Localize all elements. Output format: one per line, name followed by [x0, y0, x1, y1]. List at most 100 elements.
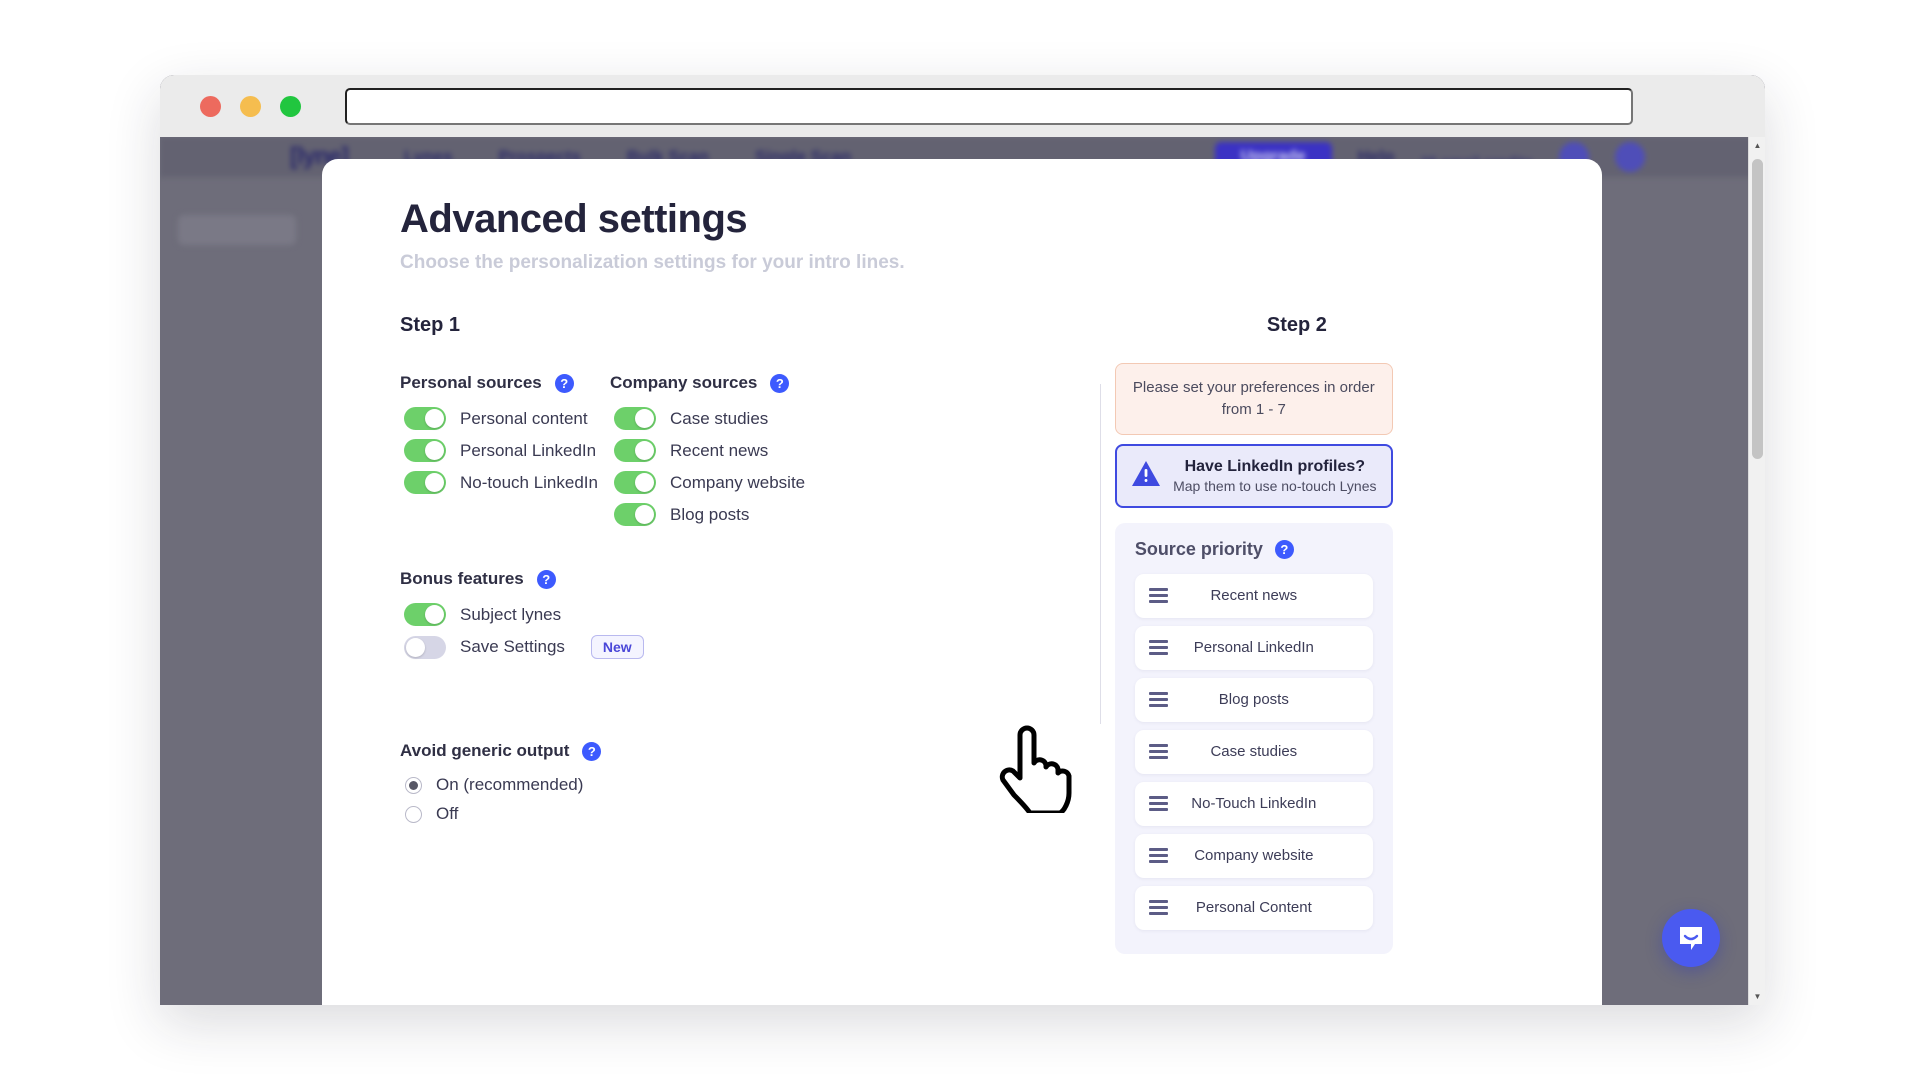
radio-off[interactable] [405, 806, 422, 823]
toggle-row-no-touch-linkedin[interactable]: No-touch LinkedIn [400, 471, 610, 494]
url-input[interactable] [345, 88, 1633, 125]
new-badge: New [591, 635, 644, 659]
toggle-company-website[interactable] [614, 471, 656, 494]
toggle-row-company-website[interactable]: Company website [610, 471, 805, 494]
toggle-save-settings[interactable] [404, 636, 446, 659]
list-item[interactable]: Blog posts [1135, 678, 1373, 722]
drag-handle-icon[interactable] [1149, 744, 1168, 759]
toggle-blog-posts[interactable] [614, 503, 656, 526]
bonus-features-header: Bonus features ? [400, 569, 980, 589]
toggle-row-blog-posts[interactable]: Blog posts [610, 503, 805, 526]
list-item[interactable]: Personal Content [1135, 886, 1373, 930]
list-item-label: No-Touch LinkedIn [1168, 795, 1340, 812]
step-1-title: Step 1 [400, 314, 980, 337]
bonus-features-label: Bonus features [400, 569, 524, 589]
toggle-row-recent-news[interactable]: Recent news [610, 439, 805, 462]
toggle-case-studies[interactable] [614, 407, 656, 430]
personal-sources-header: Personal sources ? [400, 373, 610, 393]
toggle-label: Save Settings [460, 637, 565, 657]
toggle-label: No-touch LinkedIn [460, 473, 598, 493]
settings-columns: Step 1 Personal sources ? Personal conte… [400, 314, 1524, 954]
drag-handle-icon[interactable] [1149, 640, 1168, 655]
list-item[interactable]: No-Touch LinkedIn [1135, 782, 1373, 826]
toggle-label: Recent news [670, 441, 768, 461]
scroll-down-arrow-icon[interactable]: ▼ [1749, 988, 1765, 1005]
list-item-label: Company website [1168, 847, 1340, 864]
toggle-label: Company website [670, 473, 805, 493]
source-priority-header: Source priority ? [1135, 539, 1373, 560]
drag-handle-icon[interactable] [1149, 900, 1168, 915]
toggle-row-personal-linkedin[interactable]: Personal LinkedIn [400, 439, 610, 462]
toggle-personal-content[interactable] [404, 407, 446, 430]
help-icon[interactable]: ? [582, 742, 601, 761]
source-toggle-columns: Personal sources ? Personal content Per [400, 373, 980, 535]
personal-sources-label: Personal sources [400, 373, 542, 393]
list-item-label: Personal Content [1168, 899, 1340, 916]
avoid-generic-output-label: Avoid generic output [400, 741, 569, 761]
minimize-window-button[interactable] [240, 96, 261, 117]
help-icon[interactable]: ? [555, 374, 574, 393]
company-sources-header: Company sources ? [610, 373, 805, 393]
list-item-label: Blog posts [1168, 691, 1340, 708]
step-2-title: Step 2 [1070, 314, 1524, 337]
drag-handle-icon[interactable] [1149, 848, 1168, 863]
toggle-row-personal-content[interactable]: Personal content [400, 407, 610, 430]
list-item[interactable]: Recent news [1135, 574, 1373, 618]
list-item-label: Personal LinkedIn [1168, 639, 1340, 656]
radio-label: On (recommended) [436, 775, 583, 795]
source-priority-label: Source priority [1135, 539, 1263, 560]
toggle-label: Personal LinkedIn [460, 441, 596, 461]
toggle-row-save-settings[interactable]: Save Settings New [400, 635, 980, 659]
advanced-settings-modal: Advanced settings Choose the personaliza… [322, 159, 1602, 1005]
toggle-label: Blog posts [670, 505, 749, 525]
list-item[interactable]: Personal LinkedIn [1135, 626, 1373, 670]
linkedin-alert-title: Have LinkedIn profiles? [1185, 458, 1365, 475]
toggle-recent-news[interactable] [614, 439, 656, 462]
company-sources-group: Company sources ? Case studies Recent n [610, 373, 805, 535]
app-viewport: [lyne] Lynes Prospects Bulk Scan Single … [160, 137, 1765, 1005]
drag-handle-icon[interactable] [1149, 796, 1168, 811]
toggle-label: Personal content [460, 409, 588, 429]
page-title: Advanced settings [400, 197, 1524, 242]
personal-sources-group: Personal sources ? Personal content Per [400, 373, 610, 535]
radio-row-on[interactable]: On (recommended) [400, 775, 980, 795]
maximize-window-button[interactable] [280, 96, 301, 117]
list-item[interactable]: Company website [1135, 834, 1373, 878]
bonus-features-group: Bonus features ? Subject lynes Save Sett… [400, 569, 980, 659]
intercom-chat-button[interactable] [1662, 909, 1720, 967]
settings-avatar-icon[interactable] [1615, 142, 1645, 172]
background-card [178, 215, 296, 245]
step-2-column: Step 2 Please set your preferences in or… [1070, 314, 1524, 954]
linkedin-alert-subtitle: Map them to use no-touch Lynes [1173, 478, 1377, 494]
help-icon[interactable]: ? [1275, 540, 1294, 559]
list-item[interactable]: Case studies [1135, 730, 1373, 774]
linkedin-alert-text: Have LinkedIn profiles? Map them to use … [1173, 458, 1377, 494]
help-icon[interactable]: ? [537, 570, 556, 589]
radio-row-off[interactable]: Off [400, 804, 980, 824]
toggle-no-touch-linkedin[interactable] [404, 471, 446, 494]
page-subtitle: Choose the personalization settings for … [400, 252, 1524, 274]
close-window-button[interactable] [200, 96, 221, 117]
avoid-generic-output-group: Avoid generic output ? On (recommended) … [400, 741, 980, 824]
toggle-row-subject-lynes[interactable]: Subject lynes [400, 603, 980, 626]
linkedin-profiles-alert[interactable]: Have LinkedIn profiles? Map them to use … [1115, 444, 1393, 508]
scrollbar-thumb[interactable] [1752, 159, 1763, 459]
vertical-scrollbar[interactable]: ▲ ▼ [1748, 137, 1765, 1005]
drag-handle-icon[interactable] [1149, 692, 1168, 707]
preferences-notice: Please set your preferences in order fro… [1115, 363, 1393, 435]
avoid-generic-output-header: Avoid generic output ? [400, 741, 980, 761]
drag-handle-icon[interactable] [1149, 588, 1168, 603]
company-sources-label: Company sources [610, 373, 757, 393]
scroll-up-arrow-icon[interactable]: ▲ [1749, 137, 1765, 154]
traffic-lights [200, 96, 301, 117]
toggle-row-case-studies[interactable]: Case studies [610, 407, 805, 430]
list-item-label: Recent news [1168, 587, 1340, 604]
toggle-personal-linkedin[interactable] [404, 439, 446, 462]
radio-label: Off [436, 804, 458, 824]
browser-titlebar [160, 75, 1765, 137]
help-icon[interactable]: ? [770, 374, 789, 393]
toggle-label: Case studies [670, 409, 768, 429]
toggle-subject-lynes[interactable] [404, 603, 446, 626]
radio-on-recommended[interactable] [405, 777, 422, 794]
toggle-label: Subject lynes [460, 605, 561, 625]
